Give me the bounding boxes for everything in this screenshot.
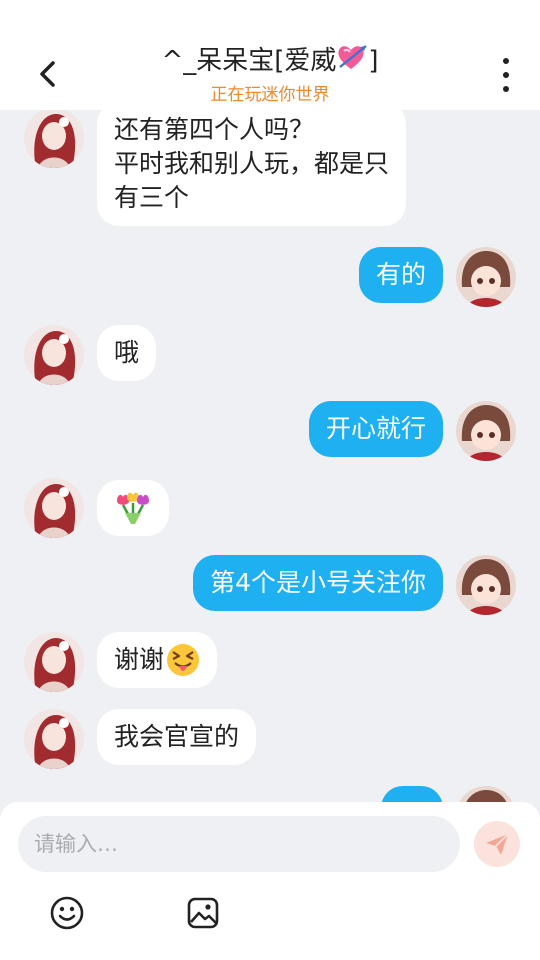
contact-avatar[interactable] — [24, 478, 84, 538]
message-input[interactable] — [34, 832, 460, 856]
message-bubble[interactable]: 第4个是小号关注你 — [193, 555, 443, 611]
self-avatar[interactable] — [456, 401, 516, 461]
message-input-container[interactable] — [18, 816, 460, 872]
message-bubble[interactable]: 哦 — [97, 325, 157, 381]
message-bubble[interactable]: 开心就行 — [308, 401, 443, 457]
self-avatar[interactable] — [456, 247, 516, 307]
message-text: 谢谢 — [114, 645, 165, 674]
more-options-button[interactable] — [494, 58, 518, 92]
message-text: 哦 — [114, 338, 140, 367]
contact-name: ^_呆呆宝[爱威 — [161, 46, 337, 76]
image-icon — [187, 897, 219, 929]
heart-with-arrow-icon — [338, 45, 368, 69]
message-bubble[interactable]: 谢谢 — [97, 632, 218, 688]
more-vertical-icon — [503, 58, 509, 64]
message-text: 有三个 — [114, 183, 190, 212]
message-list[interactable]: 还有第四个人吗？ 平时我和别人玩，都是只 有三个 有的 哦 开心就行 第4个是小… — [0, 110, 540, 805]
message-text: 还有第四个人吗？ — [114, 115, 315, 144]
message-text: 我会官宣的 — [114, 722, 240, 751]
image-picker-button[interactable] — [185, 895, 221, 931]
message-text: 第4个是小号关注你 — [210, 568, 426, 597]
contact-status: 正在玩迷你世界 — [210, 85, 330, 105]
message-text: 有的 — [375, 260, 426, 289]
tulip-bouquet-icon — [117, 492, 149, 524]
contact-avatar[interactable] — [24, 110, 84, 168]
chat-header: ^_呆呆宝[爱威 ] 正在玩迷你世界 — [0, 0, 540, 110]
self-avatar[interactable] — [456, 555, 516, 615]
squinting-tongue-face-icon — [167, 644, 200, 676]
message-bubble[interactable]: 我会官宣的 — [97, 709, 257, 765]
contact-name-suffix: ] — [368, 46, 379, 76]
send-icon — [486, 833, 509, 855]
emoji-icon — [50, 896, 84, 930]
message-bubble[interactable]: 有的 — [358, 247, 443, 303]
emoji-button[interactable] — [49, 895, 85, 931]
contact-avatar[interactable] — [24, 632, 84, 692]
send-button[interactable] — [474, 821, 520, 867]
contact-avatar[interactable] — [24, 709, 84, 769]
composer-panel — [0, 802, 540, 960]
sticker-bubble[interactable] — [97, 480, 169, 536]
message-text: 平时我和别人玩，都是只 — [114, 149, 390, 178]
message-text: 开心就行 — [325, 414, 426, 443]
message-bubble[interactable]: 还有第四个人吗？ 平时我和别人玩，都是只 有三个 — [97, 110, 407, 226]
contact-avatar[interactable] — [24, 325, 84, 385]
chat-title: ^_呆呆宝[爱威 ] — [0, 40, 540, 77]
